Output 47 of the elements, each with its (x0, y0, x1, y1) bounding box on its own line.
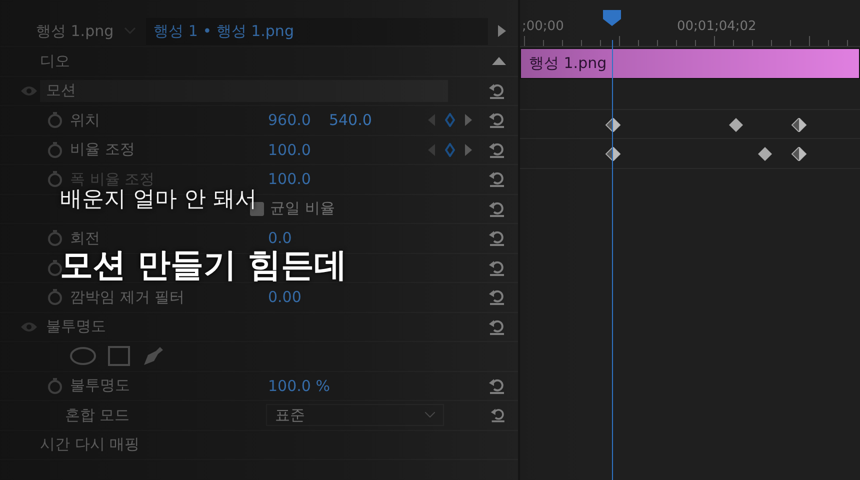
property-label: 깜박임 제거 필터 (70, 288, 186, 307)
section-label: 디오 (40, 52, 71, 71)
reset-icon[interactable] (488, 376, 506, 395)
reset-icon[interactable] (488, 140, 506, 159)
timecode: ;00;00 (522, 19, 564, 34)
keyframe-icon[interactable] (757, 147, 774, 161)
property-label: 불투명도 (70, 376, 131, 396)
clip-bar[interactable]: 행성 1.png (520, 48, 860, 79)
value-field[interactable]: 0.0 (268, 229, 292, 248)
reset-icon[interactable] (488, 82, 506, 100)
property-label: 비율 조정 (70, 140, 136, 160)
reset-icon[interactable] (488, 258, 506, 277)
timecode: 00;01;04;02 (677, 19, 756, 34)
value-field[interactable]: 960.0 (268, 111, 311, 130)
sequence-clip-tab[interactable]: 행성 1 • 행성 1.png (146, 18, 488, 44)
source-clip-tab[interactable]: 행성 1.png (36, 22, 114, 40)
reset-icon[interactable] (488, 288, 506, 306)
collapse-icon[interactable] (492, 57, 506, 66)
reset-icon[interactable] (488, 318, 506, 336)
reset-icon[interactable] (488, 111, 506, 130)
effect-label[interactable]: 불투명도 (40, 317, 244, 336)
play-icon[interactable] (498, 25, 506, 37)
keyframe-icon[interactable] (728, 118, 744, 132)
keyframe-icon[interactable] (790, 147, 807, 161)
property-label: 위치 (70, 110, 101, 130)
pen-icon[interactable] (142, 345, 164, 368)
section-label: 시간 다시 매핑 (40, 435, 141, 454)
effect-header[interactable]: 모션 (40, 80, 448, 102)
value-field[interactable]: 0.00 (268, 288, 302, 306)
reset-icon[interactable] (488, 229, 506, 248)
value-field[interactable]: 540.0 (328, 111, 372, 130)
checkbox-label: 균일 비율 (270, 199, 335, 218)
reset-icon[interactable] (490, 406, 506, 424)
next-keyframe-icon[interactable] (465, 144, 472, 156)
keyframe-icon[interactable] (790, 118, 807, 132)
value-field[interactable]: 100.0 (268, 140, 311, 159)
reset-icon[interactable] (488, 200, 506, 218)
caption-line: 배운지 얼마 안 돼서 (60, 186, 257, 214)
caption-title: 모션 만들기 힘든데 (60, 248, 347, 283)
property-label: 회전 (70, 228, 101, 248)
property-label: 혼합 모드 (64, 406, 131, 425)
chevron-down-icon (424, 412, 435, 418)
next-keyframe-icon[interactable] (465, 114, 472, 126)
playhead-handle[interactable] (603, 10, 621, 26)
rectangle-mask-icon[interactable] (108, 346, 130, 366)
blend-mode-dropdown[interactable]: 표준 (266, 404, 444, 426)
value-field[interactable]: 100.0 % (268, 376, 330, 395)
